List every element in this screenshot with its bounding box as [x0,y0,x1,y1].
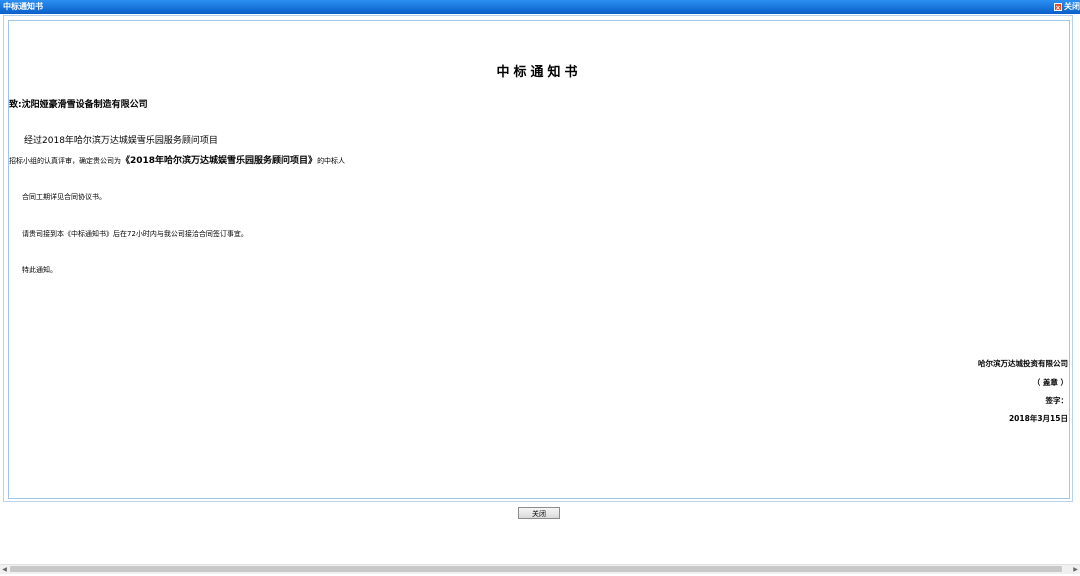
para1b-prefix: 招标小组的认真评审，确定贵公司为 [9,157,121,165]
issue-date: 2018年3月15日 [1008,414,1068,423]
para1b-project: 《2018年哈尔滨万达城娱雪乐园服务顾问项目》 [121,156,318,166]
close-icon[interactable]: × [1054,3,1062,12]
paragraph-2: 合同工期详见合同协议书。 [22,193,106,201]
window-titlebar: 中标通知书 × 关闭 [0,0,1080,14]
para1b-suffix: 的中标人 [317,157,346,165]
window-close-button[interactable]: × 关闭 [1054,0,1080,14]
seal-label: （ 盖章 ） [1032,378,1068,387]
close-button[interactable]: 关闭 [518,507,560,519]
window-title: 中标通知书 [3,2,43,11]
para1-project: 2018年哈尔滨万达城娱雪乐园服务顾问项目 [42,136,218,146]
document-title: 中标通知书 [496,65,582,80]
scroll-right-icon[interactable]: ▶ [1071,565,1080,574]
scroll-left-icon[interactable]: ◀ [0,565,9,574]
paragraph-1b: 招标小组的认真评审，确定贵公司为《2018年哈尔滨万达城娱雪乐园服务顾问项目》的… [9,153,345,166]
signature-label: 签字： [1045,396,1069,405]
paragraph-4: 特此通知。 [22,266,57,274]
paragraph-1a: 经过2018年哈尔滨万达城娱雪乐园服务顾问项目 [24,133,218,146]
notice-panel: 中标通知书 [8,20,1070,499]
issuer-company: 哈尔滨万达城投资有限公司 [978,359,1068,368]
horizontal-scrollbar[interactable]: ◀ ▶ [0,564,1080,574]
window-close-label[interactable]: 关闭 [1064,0,1080,14]
scrollbar-thumb[interactable] [10,566,1062,572]
para1-prefix: 经过 [24,136,43,146]
recipient-line: 致:沈阳娅豪滑雪设备制造有限公司 [9,100,148,110]
paragraph-3: 请贵司接到本《中标通知书》后在72小时内与我公司接洽合同签订事宜。 [22,230,248,238]
